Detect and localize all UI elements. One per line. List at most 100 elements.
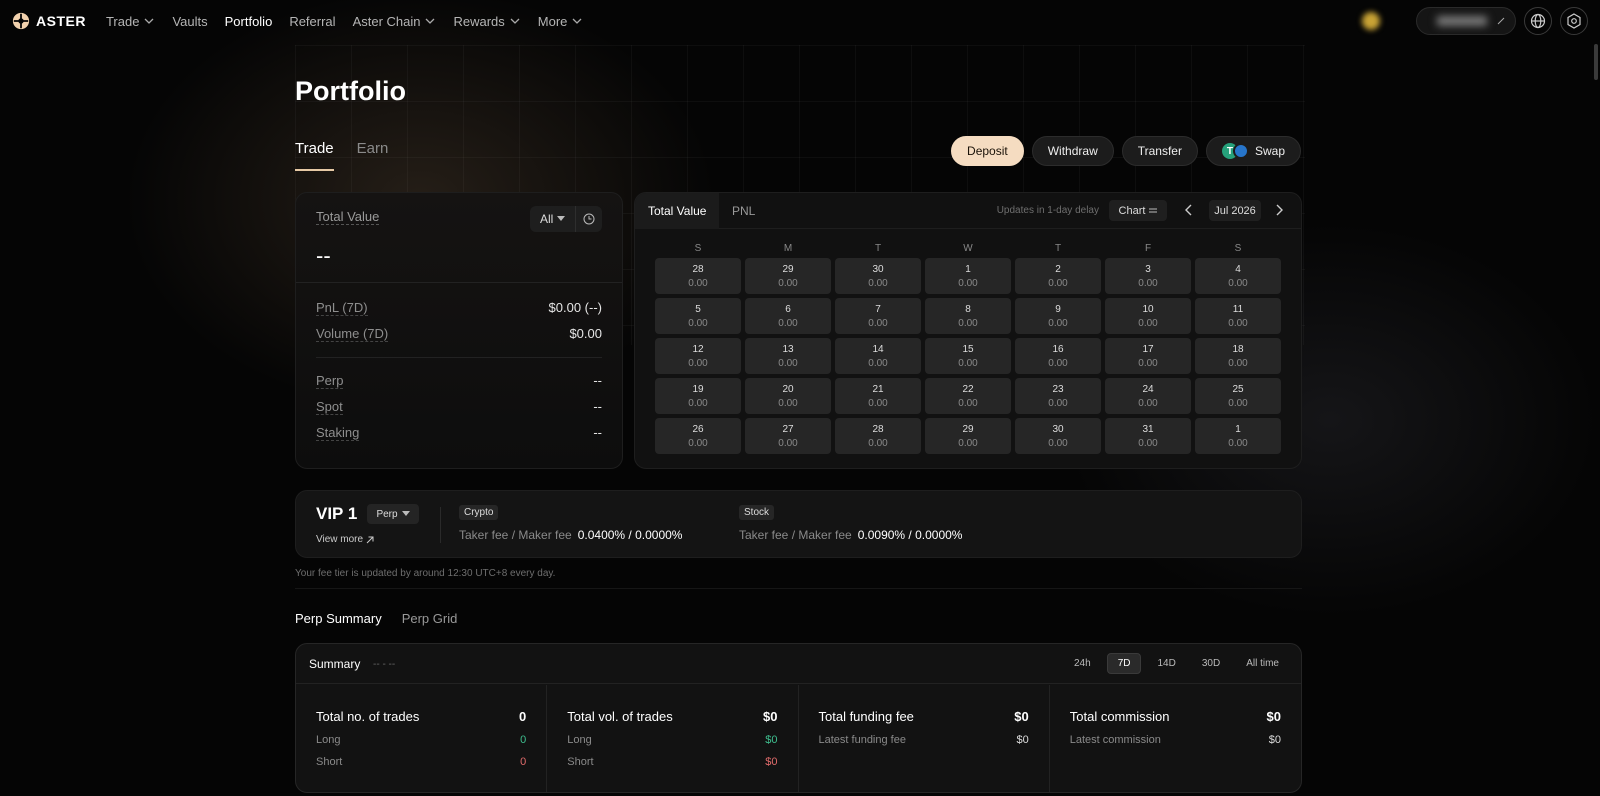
calendar-day-cell[interactable]: 20 0.00 [745, 378, 831, 414]
chart-toggle-button[interactable]: Chart [1109, 200, 1167, 221]
nav-item-referral[interactable]: Referral [289, 14, 335, 29]
calendar-day-cell[interactable]: 22 0.00 [925, 378, 1011, 414]
volume-row: Volume (7D) $0.00 [316, 326, 602, 342]
range-tab-7d[interactable]: 7D [1106, 653, 1142, 674]
calendar-day-value: 0.00 [778, 437, 798, 449]
calendar-day-value: 0.00 [1228, 397, 1248, 409]
view-more-link[interactable]: View more [316, 534, 374, 545]
calendar-day-cell[interactable]: 27 0.00 [745, 418, 831, 454]
vip-card: VIP 1 Perp View more Crypto Taker fee / … [295, 490, 1302, 558]
nav-item-rewards[interactable]: Rewards [453, 14, 520, 29]
next-month-icon[interactable] [1275, 204, 1283, 216]
vip-market-select[interactable]: Perp [367, 504, 419, 524]
calendar-day-cell[interactable]: 1 0.00 [1195, 418, 1281, 454]
calendar-day-cell[interactable]: 6 0.00 [745, 298, 831, 334]
prev-month-icon[interactable] [1185, 204, 1193, 216]
calendar-day-cell[interactable]: 15 0.00 [925, 338, 1011, 374]
calendar-day-value: 0.00 [778, 357, 798, 369]
nav-item-more[interactable]: More [538, 14, 584, 29]
calendar-day-cell[interactable]: 8 0.00 [925, 298, 1011, 334]
calendar-day-cell[interactable]: 7 0.00 [835, 298, 921, 334]
tab-earn[interactable]: Earn [357, 140, 389, 171]
calendar-day-value: 0.00 [1228, 277, 1248, 289]
wallet-button[interactable] [1416, 7, 1516, 35]
settings-button[interactable] [1560, 7, 1588, 35]
latest-funding-value: $0 [1016, 734, 1029, 746]
calendar-day-cell[interactable]: 16 0.00 [1015, 338, 1101, 374]
calendar-day-cell[interactable]: 13 0.00 [745, 338, 831, 374]
calendar-day-cell[interactable]: 28 0.00 [835, 418, 921, 454]
calendar-day-cell[interactable]: 18 0.00 [1195, 338, 1281, 374]
calendar-day-cell[interactable]: 11 0.00 [1195, 298, 1281, 334]
withdraw-button[interactable]: Withdraw [1031, 136, 1114, 166]
calendar-day-cell[interactable]: 23 0.00 [1015, 378, 1101, 414]
calendar-day-cell[interactable]: 12 0.00 [655, 338, 741, 374]
scrollbar[interactable] [1594, 44, 1598, 80]
logo[interactable]: ASTER [12, 12, 86, 30]
stock-fee-label: Taker fee / Maker fee [739, 528, 852, 542]
tab-total-value[interactable]: Total Value [635, 193, 720, 229]
transfer-button[interactable]: Transfer [1121, 136, 1198, 166]
calendar-day-number: 12 [692, 343, 704, 355]
range-dropdown[interactable]: All [530, 206, 576, 232]
calendar-day-number: 16 [1052, 343, 1064, 355]
calendar-day-value: 0.00 [1228, 357, 1248, 369]
calendar-day-cell[interactable]: 28 0.00 [655, 258, 741, 294]
calendar-day-number: 14 [872, 343, 884, 355]
calendar-day-cell[interactable]: 1 0.00 [925, 258, 1011, 294]
calendar-day-cell[interactable]: 9 0.00 [1015, 298, 1101, 334]
perp-row: Perp -- [316, 373, 602, 389]
history-button[interactable] [576, 213, 602, 225]
calendar-day-value: 0.00 [1048, 437, 1068, 449]
calendar-day-number: 1 [1235, 423, 1241, 435]
staking-row: Staking -- [316, 425, 602, 441]
month-selector[interactable]: Jul 2026 [1209, 200, 1261, 221]
range-tab-14d[interactable]: 14D [1147, 653, 1185, 674]
calendar-day-number: 24 [1142, 383, 1154, 395]
calendar-day-number: 2 [1055, 263, 1061, 275]
points-icon[interactable] [1362, 12, 1380, 30]
calendar-day-cell[interactable]: 30 0.00 [1015, 418, 1101, 454]
calendar-day-cell[interactable]: 14 0.00 [835, 338, 921, 374]
language-button[interactable] [1524, 7, 1552, 35]
calendar-day-cell[interactable]: 24 0.00 [1105, 378, 1191, 414]
fee-tier-note: Your fee tier is updated by around 12:30… [295, 568, 556, 579]
calendar-day-value: 0.00 [778, 397, 798, 409]
nav-item-aster-chain[interactable]: Aster Chain [353, 14, 437, 29]
calendar-day-cell[interactable]: 30 0.00 [835, 258, 921, 294]
calendar-day-cell[interactable]: 29 0.00 [925, 418, 1011, 454]
calendar-day-cell[interactable]: 3 0.00 [1105, 258, 1191, 294]
calendar-day-cell[interactable]: 10 0.00 [1105, 298, 1191, 334]
calendar-day-cell[interactable]: 29 0.00 [745, 258, 831, 294]
calendar-day-value: 0.00 [958, 277, 978, 289]
calendar-day-cell[interactable]: 17 0.00 [1105, 338, 1191, 374]
calendar-day-value: 0.00 [1048, 277, 1068, 289]
nav-item-vaults[interactable]: Vaults [172, 14, 207, 29]
calendar-day-value: 0.00 [868, 397, 888, 409]
calendar-day-cell[interactable]: 19 0.00 [655, 378, 741, 414]
nav-item-label: Vaults [172, 13, 208, 29]
deposit-button[interactable]: Deposit [951, 136, 1024, 166]
range-tab-24h[interactable]: 24h [1064, 653, 1101, 674]
calendar-day-cell[interactable]: 25 0.00 [1195, 378, 1281, 414]
vol-value: $0 [763, 709, 778, 724]
calendar-day-cell[interactable]: 4 0.00 [1195, 258, 1281, 294]
total-value: -- [316, 243, 331, 268]
calendar-day-cell[interactable]: 21 0.00 [835, 378, 921, 414]
tab-perp-summary[interactable]: Perp Summary [295, 611, 382, 626]
calendar-day-cell[interactable]: 5 0.00 [655, 298, 741, 334]
calendar-day-cell[interactable]: 31 0.00 [1105, 418, 1191, 454]
swap-button[interactable]: T Swap [1205, 136, 1301, 166]
calendar-day-cell[interactable]: 2 0.00 [1015, 258, 1101, 294]
tab-pnl[interactable]: PNL [719, 193, 768, 229]
tab-trade[interactable]: Trade [295, 140, 334, 171]
nav-item-trade[interactable]: Trade [106, 14, 155, 29]
calendar-day-cell[interactable]: 26 0.00 [655, 418, 741, 454]
nav-item-portfolio[interactable]: Portfolio [225, 14, 273, 29]
aster-logo-icon [12, 12, 30, 30]
tab-perp-grid[interactable]: Perp Grid [402, 611, 458, 626]
latest-commission-label: Latest commission [1069, 734, 1161, 746]
range-tab-30d[interactable]: 30D [1192, 653, 1230, 674]
range-tab-all-time[interactable]: All time [1236, 653, 1289, 674]
swap-label: Swap [1254, 144, 1285, 158]
